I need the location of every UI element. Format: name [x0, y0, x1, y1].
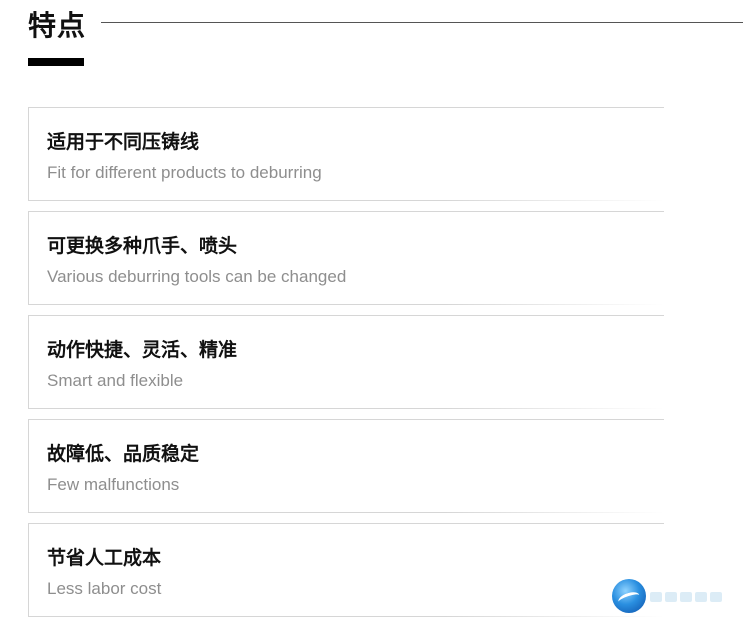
- title-underline-bar: [28, 58, 84, 66]
- feature-title: 可更换多种爪手、喷头: [47, 235, 238, 257]
- feature-card: 节省人工成本 Less labor cost: [28, 523, 664, 617]
- feature-title: 适用于不同压铸线: [47, 131, 200, 153]
- feature-subtitle: Fit for different products to deburring: [47, 163, 322, 182]
- watermark-text: [650, 587, 734, 603]
- feature-card: 故障低、品质稳定 Few malfunctions: [28, 419, 664, 513]
- feature-card: 可更换多种爪手、喷头 Various deburring tools can b…: [28, 211, 664, 305]
- feature-subtitle: Less labor cost: [47, 579, 162, 598]
- feature-subtitle: Few malfunctions: [47, 475, 180, 494]
- feature-title: 节省人工成本: [47, 547, 162, 569]
- feature-card: 适用于不同压铸线 Fit for different products to d…: [28, 107, 664, 201]
- feature-subtitle: Various deburring tools can be changed: [47, 267, 347, 286]
- header-divider-line: [101, 22, 743, 23]
- globe-logo-icon: [612, 579, 646, 613]
- feature-title: 故障低、品质稳定: [47, 443, 200, 465]
- section-header: 特点: [28, 0, 743, 70]
- section-title: 特点: [28, 9, 87, 42]
- feature-title: 动作快捷、灵活、精准: [47, 339, 238, 361]
- features-list: 适用于不同压铸线 Fit for different products to d…: [28, 107, 664, 627]
- feature-subtitle: Smart and flexible: [47, 371, 184, 390]
- watermark: [612, 579, 737, 615]
- feature-card: 动作快捷、灵活、精准 Smart and flexible: [28, 315, 664, 409]
